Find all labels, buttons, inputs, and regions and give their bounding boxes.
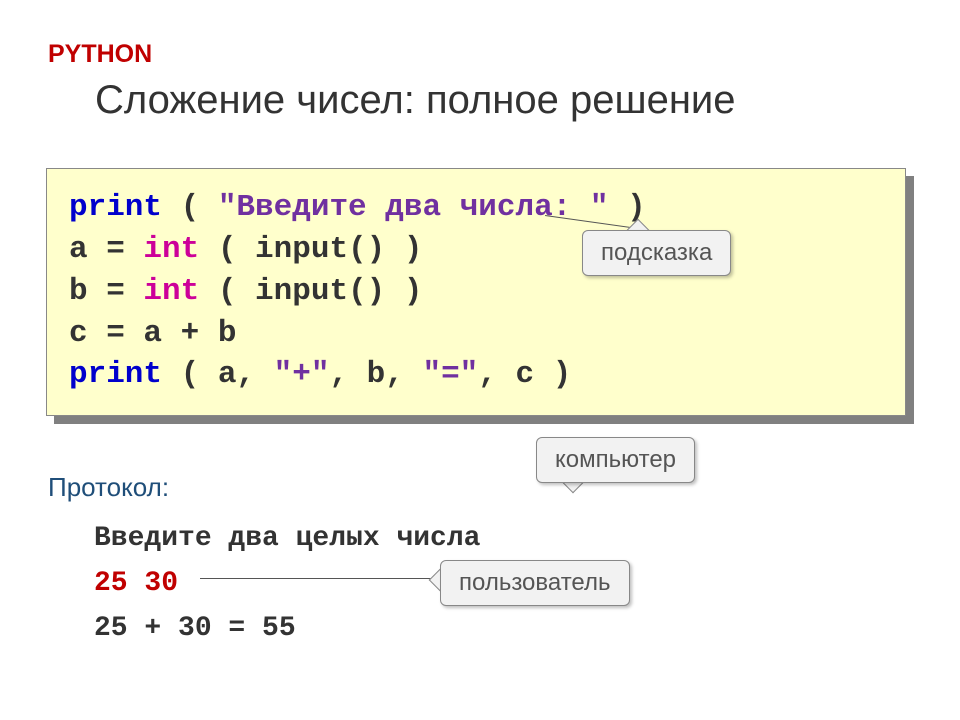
- keyword-print: print: [69, 190, 162, 225]
- code-line-5: print ( a, "+", b, "=", c ): [69, 354, 883, 396]
- function-int: int: [143, 232, 199, 267]
- code-block: print ( "Введите два числа: " ) a = int …: [46, 168, 906, 416]
- args: , c ): [478, 357, 571, 392]
- code-line-3: b = int ( input() ): [69, 271, 883, 313]
- assign-lhs: a =: [69, 232, 143, 267]
- input-call: input(): [255, 274, 385, 309]
- protocol-line-user-input: 25 30: [94, 562, 480, 607]
- function-int: int: [143, 274, 199, 309]
- paren: ): [385, 274, 422, 309]
- protocol-label: Протокол:: [48, 472, 169, 503]
- args: a,: [218, 357, 274, 392]
- protocol-output: Введите два целых числа 25 30 25 + 30 = …: [94, 517, 480, 651]
- input-call: input(): [255, 232, 385, 267]
- string-literal: "=": [422, 357, 478, 392]
- language-label: PYTHON: [48, 40, 152, 69]
- protocol-line-prompt: Введите два целых числа: [94, 517, 480, 562]
- code-line-4: c = a + b: [69, 313, 883, 355]
- callout-pointer-line: [200, 578, 434, 579]
- paren: (: [162, 357, 218, 392]
- args: , b,: [329, 357, 422, 392]
- paren: ): [609, 190, 646, 225]
- paren: (: [199, 232, 255, 267]
- code-line-1: print ( "Введите два числа: " ): [69, 187, 883, 229]
- paren: (: [199, 274, 255, 309]
- callout-hint: подсказка: [582, 230, 731, 276]
- callout-computer: компьютер: [536, 437, 695, 483]
- protocol-line-result: 25 + 30 = 55: [94, 607, 480, 652]
- paren: ): [385, 232, 422, 267]
- expr: c = a + b: [69, 316, 236, 351]
- callout-user: пользователь: [440, 560, 630, 606]
- code-line-2: a = int ( input() ): [69, 229, 883, 271]
- string-literal: "Введите два числа: ": [218, 190, 609, 225]
- keyword-print: print: [69, 357, 162, 392]
- assign-lhs: b =: [69, 274, 143, 309]
- paren: (: [162, 190, 218, 225]
- string-literal: "+": [274, 357, 330, 392]
- page-title: Сложение чисел: полное решение: [95, 78, 736, 123]
